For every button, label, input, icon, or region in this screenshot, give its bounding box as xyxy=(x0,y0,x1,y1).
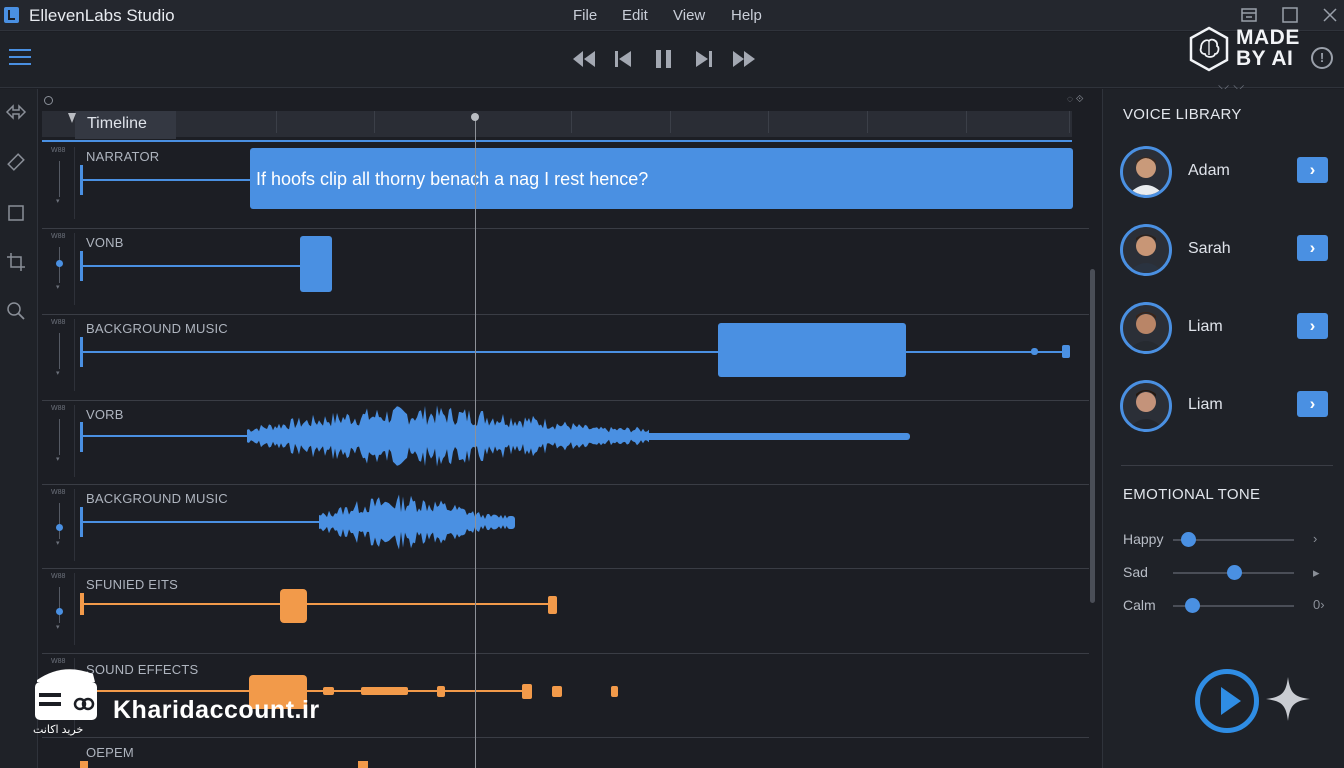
select-voice-button[interactable]: › xyxy=(1297,235,1328,261)
transport-toolbar: ⤫ ⤫ xyxy=(0,32,1344,98)
voice-name: Liam xyxy=(1188,318,1223,335)
close-window-icon[interactable] xyxy=(1321,6,1339,24)
menu-file[interactable]: File xyxy=(573,7,597,24)
play-preview-button[interactable] xyxy=(1195,669,1259,733)
badge-line2: BY AI xyxy=(1236,47,1294,70)
tone-slider-knob[interactable] xyxy=(1226,565,1242,580)
move-arrows-icon[interactable] xyxy=(5,101,27,123)
tone-slider-knob[interactable] xyxy=(1180,532,1196,547)
select-voice-button[interactable]: › xyxy=(1297,157,1328,183)
tone-end-marker: › xyxy=(1313,531,1318,546)
voice-name: Sarah xyxy=(1188,240,1231,257)
voice-item[interactable]: Liam › xyxy=(1117,377,1335,437)
playhead[interactable] xyxy=(475,113,476,768)
select-box-icon[interactable] xyxy=(5,202,27,224)
hamburger-menu-icon[interactable] xyxy=(9,49,31,67)
razor-tool-icon[interactable] xyxy=(5,151,27,173)
voice-item[interactable]: Adam › xyxy=(1117,143,1335,203)
title-bar: EllevenLabs Studio File Edit View Help xyxy=(0,0,1344,31)
menu-edit[interactable]: Edit xyxy=(622,7,648,24)
tone-end-marker: 0› xyxy=(1313,597,1325,612)
rewind-icon[interactable] xyxy=(571,47,597,71)
select-voice-button[interactable]: › xyxy=(1297,391,1328,417)
avatar xyxy=(1120,380,1172,432)
watermark-subtext: خرید اکانت xyxy=(33,724,84,736)
select-voice-button[interactable]: › xyxy=(1297,313,1328,339)
voice-item[interactable]: Sarah › xyxy=(1117,221,1335,281)
fast-forward-icon[interactable] xyxy=(731,47,757,71)
info-icon[interactable]: ! xyxy=(1311,47,1333,69)
playhead-handle[interactable] xyxy=(471,113,479,121)
voice-library-heading: VOICE LIBRARY xyxy=(1123,106,1242,123)
emotional-tone-heading: EMOTIONAL TONE xyxy=(1123,486,1261,503)
brain-hexagon-icon xyxy=(1189,26,1229,72)
menu-help[interactable]: Help xyxy=(731,7,762,24)
voice-panel: VOICE LIBRARY Adam › Sarah › Liam › Liam… xyxy=(1102,89,1344,768)
voice-item[interactable]: Liam › xyxy=(1117,299,1335,359)
tone-end-marker: ▸ xyxy=(1313,565,1320,580)
tone-label-sad: Sad xyxy=(1123,564,1148,580)
menu-view[interactable]: View xyxy=(673,7,705,24)
voice-name: Liam xyxy=(1188,396,1223,413)
skip-back-icon[interactable] xyxy=(611,47,637,71)
timeline-scrollbar[interactable] xyxy=(1090,269,1095,603)
sparkle-icon xyxy=(1266,677,1310,721)
zoom-icon[interactable] xyxy=(5,300,27,322)
watermark: Kharidaccount.ir خرید اکانت xyxy=(33,660,363,740)
avatar xyxy=(1120,224,1172,276)
panel-divider xyxy=(1121,465,1333,466)
made-by-ai-badge: MADE BY AI xyxy=(1188,26,1308,72)
voice-name: Adam xyxy=(1188,162,1230,179)
app-title: EllevenLabs Studio xyxy=(29,6,175,25)
crop-icon[interactable] xyxy=(5,251,27,273)
tone-slider-knob[interactable] xyxy=(1185,598,1201,613)
skip-forward-icon[interactable] xyxy=(692,47,718,71)
tone-label-happy: Happy xyxy=(1123,531,1164,547)
app-logo-icon xyxy=(4,7,19,23)
tone-label-calm: Calm xyxy=(1123,597,1156,613)
maximize-window-icon[interactable] xyxy=(1281,6,1299,24)
avatar xyxy=(1120,146,1172,198)
restore-window-icon[interactable] xyxy=(1240,6,1258,24)
watermark-text: Kharidaccount.ir xyxy=(113,696,320,724)
narrator-clip-text: If hoofs clip all thorny benach a nag I … xyxy=(256,169,649,189)
pause-icon[interactable] xyxy=(651,47,677,71)
card-logo-icon xyxy=(35,669,97,720)
avatar xyxy=(1120,302,1172,354)
